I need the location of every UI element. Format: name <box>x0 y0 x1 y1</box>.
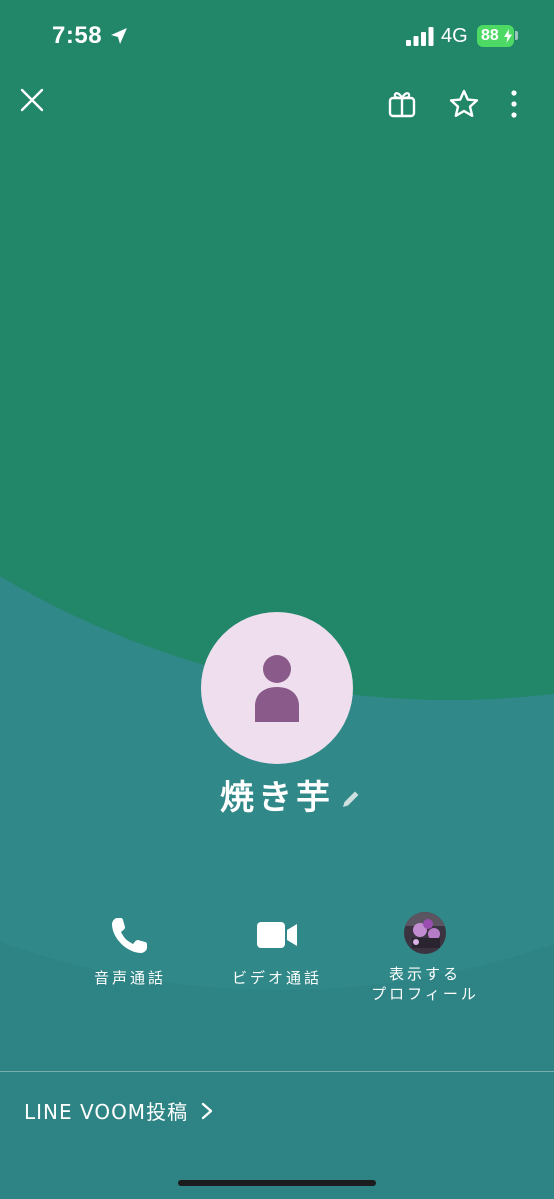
line-voom-posts-link[interactable]: LINE VOOM投稿 <box>24 1096 214 1125</box>
star-icon[interactable] <box>448 88 480 120</box>
voice-call-label: 音声通話 <box>93 969 166 987</box>
profile-avatar[interactable] <box>201 612 353 764</box>
profile-name-row: 焼き芋 <box>0 770 554 819</box>
status-bar: 7:58 4G 88 <box>0 0 554 72</box>
show-profile-label: 表示する プロフィール <box>355 964 495 1004</box>
profile-thumbnail <box>404 912 446 954</box>
video-call-label: ビデオ通話 <box>231 969 322 987</box>
battery-indicator: 88 <box>477 25 514 47</box>
close-icon[interactable] <box>18 86 46 114</box>
gift-icon[interactable] <box>386 88 418 120</box>
chevron-right-icon <box>201 1102 213 1119</box>
home-indicator[interactable] <box>178 1180 376 1186</box>
line-voom-label: LINE VOOM投稿 <box>24 1100 189 1124</box>
phone-icon <box>112 918 147 953</box>
network-type: 4G <box>441 25 468 47</box>
voice-call-button[interactable]: 音声通話 <box>60 912 200 988</box>
charging-bolt-icon <box>504 29 512 43</box>
status-time: 7:58 <box>52 22 103 49</box>
person-icon <box>255 655 299 722</box>
location-arrow-icon <box>111 28 127 44</box>
video-camera-icon <box>257 922 297 948</box>
more-vertical-icon[interactable] <box>502 88 526 120</box>
show-profile-button[interactable]: 表示する プロフィール <box>355 912 495 1004</box>
name-wrap: 焼き芋 <box>220 770 359 819</box>
show-profile-label-line2: プロフィール <box>371 985 479 1003</box>
video-call-button[interactable]: ビデオ通話 <box>207 912 347 988</box>
divider <box>0 1071 554 1072</box>
battery-tip <box>515 31 518 40</box>
profile-name: 焼き芋 <box>220 778 334 818</box>
edit-pencil-icon[interactable] <box>340 788 362 810</box>
profile-screen: 7:58 4G 88 焼き芋 音声通話 ビデオ通話 表示する プロフィール LI… <box>0 0 554 1199</box>
battery-level: 88 <box>481 27 499 44</box>
show-profile-label-line1: 表示する <box>388 965 461 983</box>
cellular-signal-icon <box>406 27 434 46</box>
